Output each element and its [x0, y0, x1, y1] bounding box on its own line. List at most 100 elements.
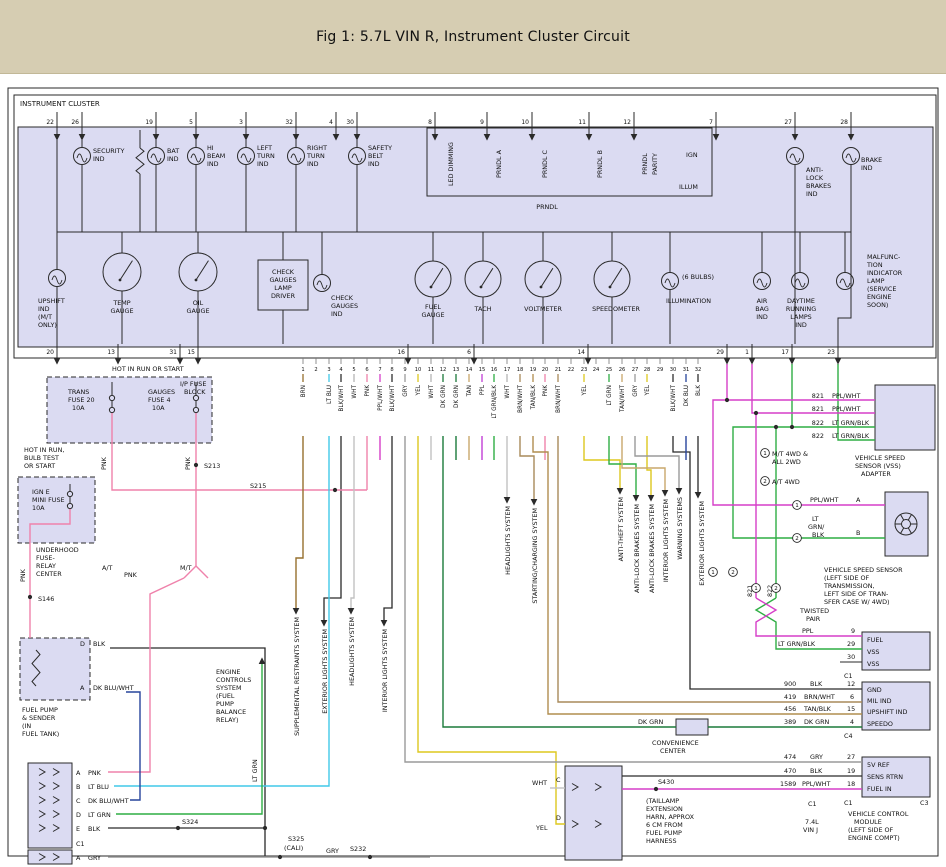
diagram-label: 8	[390, 367, 393, 373]
diagram-label: LT GRN/BLK	[832, 432, 870, 440]
gauge-hub	[119, 279, 122, 282]
diagram-label: CONVENIENCE	[652, 739, 699, 747]
diagram-label: 4	[850, 718, 854, 726]
diagram-label: WHT	[429, 385, 435, 399]
diagram-label: DK GRN	[804, 718, 830, 726]
diagram-label: IND	[38, 305, 50, 313]
diagram-label: A	[856, 496, 861, 504]
diagram-label: 821	[746, 585, 754, 597]
diagram-label: ANTI-LOCK BRAKES SYSTEM	[633, 504, 641, 593]
diagram-label: FUSE 4	[148, 396, 171, 404]
diagram-label: S232	[350, 845, 366, 853]
diagram-label: 10	[521, 119, 529, 126]
arrowhead	[648, 495, 655, 502]
diagram-label: I/P FUSE	[180, 380, 206, 388]
diagram-label: DK GRN	[454, 385, 460, 408]
diagram-label: 19	[847, 767, 855, 775]
diagram-label: IND	[257, 160, 269, 168]
diagram-label: SAFETY	[368, 144, 392, 152]
wire	[443, 436, 676, 727]
gauge-hub	[609, 286, 612, 289]
diagram-label: S146	[38, 595, 54, 603]
diagram-label: CENTER	[36, 570, 62, 578]
diagram-label: GAUGE	[422, 311, 445, 319]
diagram-label: CHECK	[331, 294, 354, 302]
diagram-label: 31	[683, 367, 690, 373]
diagram-label: YEL	[535, 824, 548, 832]
diagram-label: BAT	[167, 147, 179, 155]
diagram-label: MIL IND	[867, 697, 892, 705]
arrowhead	[835, 358, 842, 365]
splice-dot	[774, 425, 778, 429]
diagram-label: GAUGES	[269, 276, 296, 284]
diagram-label: 1	[711, 570, 715, 576]
diagram-label: 419	[784, 693, 796, 701]
diagram-label: HARNESS	[646, 837, 677, 845]
diagram-label: EXTERIOR LIGHTS SYSTEM	[321, 629, 329, 714]
diagram-label: BRN/WHT	[804, 693, 835, 701]
diagram-label: 10A	[152, 404, 165, 412]
diagram-label: IND	[331, 310, 343, 318]
wire	[324, 436, 341, 620]
diagram-label: LT GRN/BLK	[778, 640, 816, 648]
diagram-label: 1	[763, 451, 767, 457]
diagram-label: 10A	[72, 404, 85, 412]
diagram-label: 2	[731, 570, 735, 576]
component-box	[28, 763, 72, 848]
diagram-label: VSS	[867, 648, 880, 656]
arrowhead	[381, 620, 388, 627]
diagram-label: HI	[207, 144, 214, 152]
gauge-hub	[195, 279, 198, 282]
diagram-label: DK GRN	[638, 718, 664, 726]
diagram-label: HOT IN RUN OR START	[112, 365, 184, 373]
diagram-label: BLOCK	[184, 388, 206, 396]
diagram-label: 821	[812, 405, 824, 413]
diagram-label: BRN/WHT	[518, 385, 524, 413]
diagram-label: PAIR	[806, 615, 821, 623]
wire	[351, 436, 354, 608]
diagram-label: PRNDL C	[541, 149, 549, 178]
diagram-label: PNK	[19, 568, 27, 582]
diagram-label: BLK	[88, 825, 101, 833]
diagram-label: 9	[480, 119, 484, 126]
diagram-label: 29	[716, 349, 724, 356]
diagram-label: PPL/WHT	[378, 385, 384, 411]
diagram-label: D	[80, 640, 85, 648]
diagram-label: IGN	[686, 151, 698, 159]
diagram-label: FUEL PUMP	[646, 829, 682, 837]
component-box	[676, 719, 708, 735]
diagram-label: SPEEDO	[867, 720, 893, 728]
diagram-label: PNK	[543, 385, 549, 397]
diagram-label: SUPPLEMENTAL RESTRAINTS SYSTEM	[293, 617, 301, 736]
diagram-label: (LEFT SIDE OF	[848, 826, 894, 834]
diagram-label: SECURITY	[93, 147, 124, 155]
diagram-label: WARNING SYSTEMS	[676, 497, 684, 560]
diagram-label: UNDERHOOD	[36, 546, 79, 554]
diagram-label: A	[76, 769, 81, 777]
splice-dot	[654, 787, 658, 791]
diagram-label: GAUGE	[111, 307, 134, 315]
diagram-label: 10A	[32, 504, 45, 512]
arrowhead	[662, 490, 669, 497]
diagram-label: 5V REF	[867, 761, 890, 769]
diagram-label: S430	[658, 778, 674, 786]
diagram-label: LT GRN	[251, 759, 259, 782]
diagram-label: & SENDER	[22, 714, 56, 722]
diagram-label: 7.4L	[805, 818, 819, 826]
diagram-label: BRN	[301, 385, 307, 397]
diagram-label: 822	[812, 432, 824, 440]
arrowhead	[789, 358, 796, 365]
diagram-label: A/T 4WD	[772, 478, 800, 486]
splice-dot	[194, 463, 198, 467]
diagram-label: 16	[397, 349, 405, 356]
diagram-label: LT BLU	[327, 385, 333, 404]
diagram-label: IND	[93, 155, 105, 163]
diagram-label: FUEL	[425, 303, 441, 311]
diagram-label: IGN E	[32, 488, 50, 496]
diagram-label: STARTING/CHARGING SYSTEM	[531, 508, 539, 604]
diagram-label: BLK/WHT	[390, 385, 396, 412]
diagram-label: IND	[207, 160, 219, 168]
diagram-label: ANTI-	[806, 166, 823, 174]
diagram-label: 23	[827, 349, 835, 356]
diagram-label: PNK	[184, 456, 192, 470]
